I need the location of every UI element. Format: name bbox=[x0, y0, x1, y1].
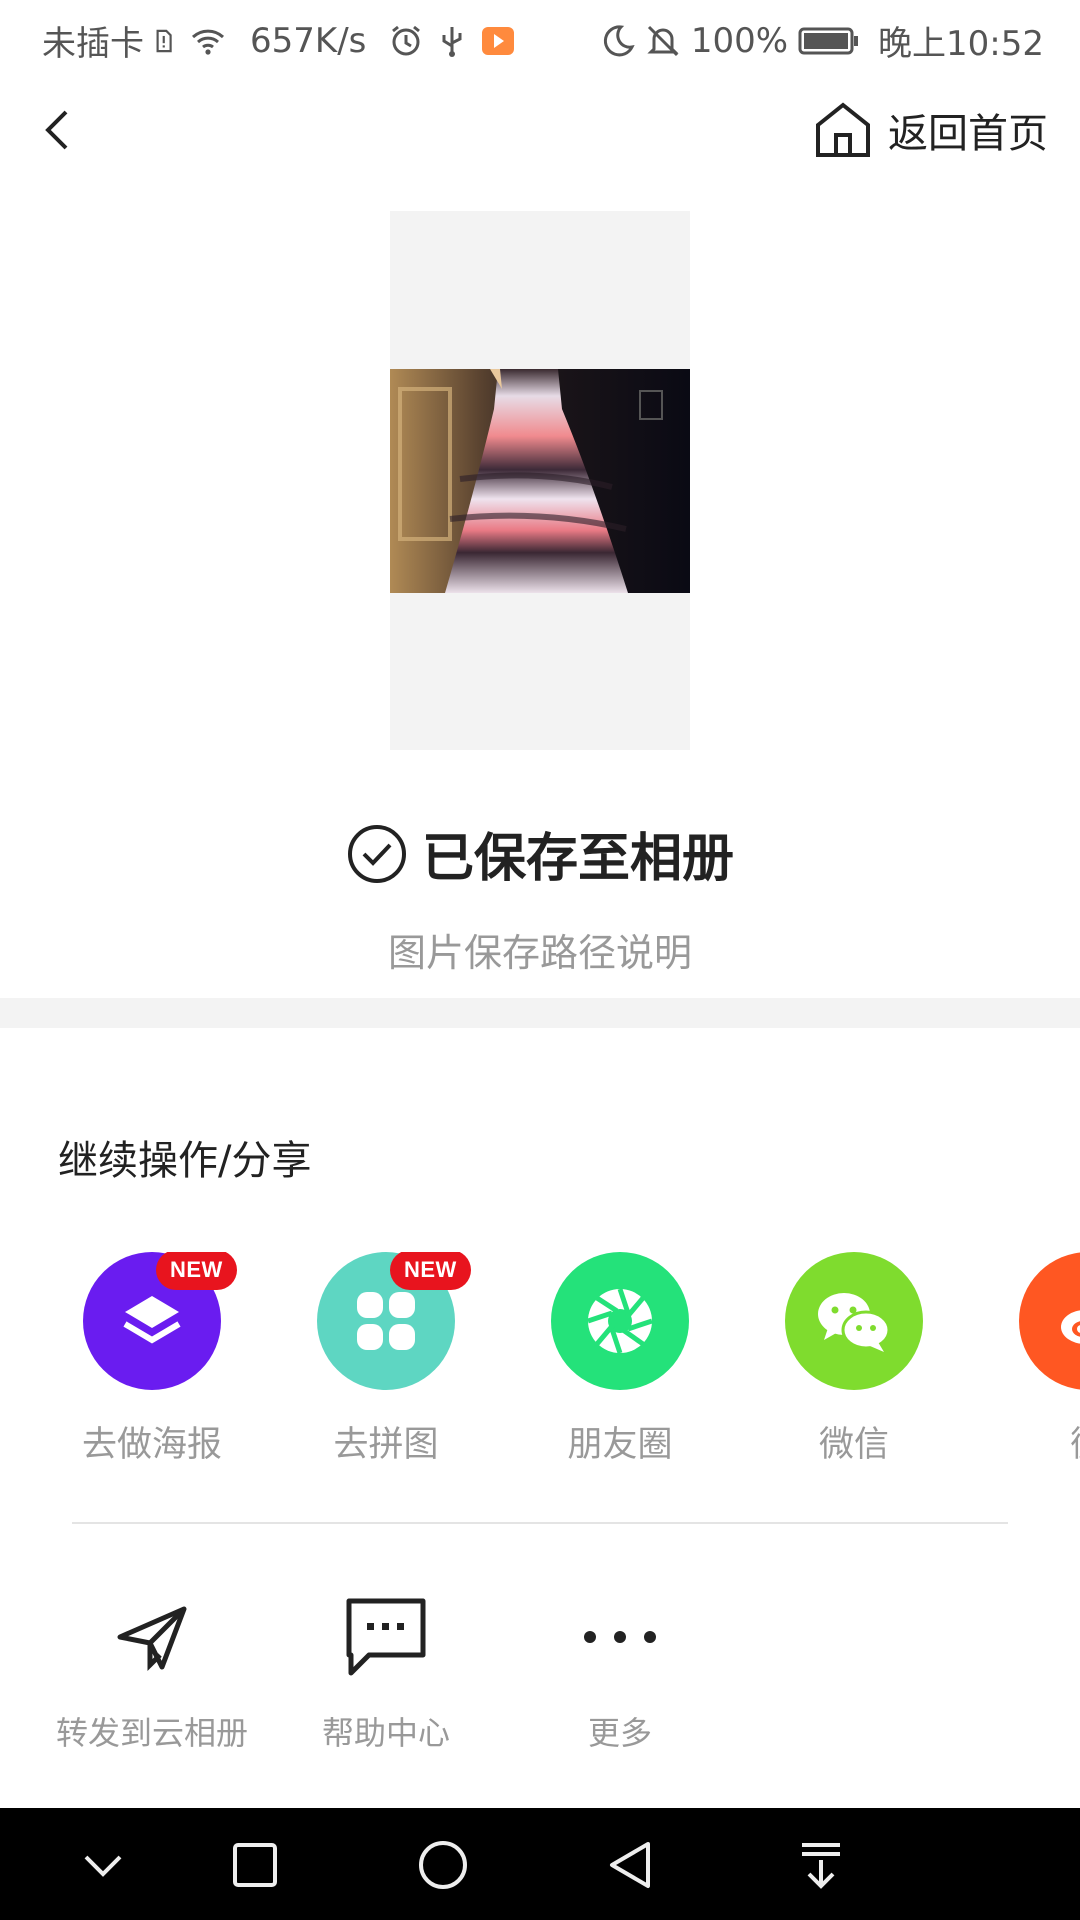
hide-nav-icon[interactable] bbox=[78, 1840, 128, 1890]
more-icon bbox=[584, 1631, 656, 1643]
share-item-collage[interactable]: NEW 去拼图 bbox=[286, 1252, 486, 1467]
section-divider-band bbox=[0, 998, 1080, 1028]
tool-label: 转发到云相册 bbox=[55, 1714, 248, 1752]
share-item-weibo[interactable]: 微 bbox=[988, 1252, 1080, 1467]
carrier-text: 未插卡 bbox=[42, 24, 144, 64]
system-nav-bar bbox=[0, 1808, 1080, 1920]
saved-title: 已保存至相册 bbox=[421, 829, 734, 889]
home-icon bbox=[816, 102, 870, 157]
home-button[interactable]: 返回首页 bbox=[814, 100, 1048, 160]
new-badge: NEW bbox=[156, 1252, 237, 1290]
wifi-icon bbox=[191, 29, 225, 55]
share-label: 朋友圈 bbox=[567, 1425, 673, 1465]
tool-label: 更多 bbox=[587, 1714, 652, 1752]
check-circle-icon bbox=[347, 824, 406, 883]
section-title: 继续操作/分享 bbox=[58, 1138, 312, 1184]
forward-cloud-album-button[interactable]: 转发到云相册 bbox=[42, 1592, 262, 1754]
top-nav: 返回首页 bbox=[0, 90, 1080, 170]
weibo-icon bbox=[1061, 1310, 1080, 1344]
share-item-poster[interactable]: NEW 去做海报 bbox=[52, 1252, 252, 1467]
dress-photo bbox=[390, 369, 690, 593]
aperture-icon bbox=[587, 1288, 653, 1354]
battery-percent-text: 100% bbox=[690, 20, 789, 61]
battery-icon bbox=[798, 27, 859, 54]
share-item-wechat[interactable]: 微信 bbox=[754, 1252, 954, 1467]
more-button[interactable]: 更多 bbox=[510, 1592, 730, 1754]
share-label: 微 bbox=[988, 1416, 1080, 1467]
grid-icon bbox=[357, 1292, 415, 1350]
share-item-moments[interactable]: 朋友圈 bbox=[520, 1252, 720, 1467]
notification-pull-icon[interactable] bbox=[796, 1840, 846, 1890]
wechat-icon bbox=[818, 1293, 891, 1352]
divider bbox=[72, 1522, 1008, 1524]
new-badge: NEW bbox=[390, 1252, 471, 1290]
bell-muted-icon bbox=[647, 25, 679, 56]
share-label: 去做海报 bbox=[81, 1425, 222, 1465]
chevron-left-icon bbox=[45, 110, 68, 150]
send-icon bbox=[117, 1606, 187, 1672]
recent-apps-icon[interactable] bbox=[230, 1840, 280, 1890]
saved-image-preview[interactable] bbox=[390, 211, 690, 750]
home-circle-icon[interactable] bbox=[418, 1840, 468, 1890]
saved-notice: 已保存至相册 bbox=[0, 816, 1080, 891]
layers-icon bbox=[123, 1296, 181, 1344]
back-button[interactable] bbox=[36, 104, 84, 156]
clock-text: 晚上10:52 bbox=[878, 24, 1044, 64]
share-label: 去拼图 bbox=[333, 1425, 439, 1465]
share-row: NEW 去做海报 NEW 去拼图 朋友圈 微信 微 bbox=[0, 1252, 1080, 1472]
tool-label: 帮助中心 bbox=[321, 1714, 450, 1752]
back-triangle-icon[interactable] bbox=[606, 1840, 656, 1890]
usb-icon bbox=[442, 26, 462, 57]
video-app-icon bbox=[482, 26, 515, 55]
sim-alert-icon bbox=[156, 29, 172, 52]
help-center-button[interactable]: 帮助中心 bbox=[276, 1592, 496, 1754]
network-speed-text: 657K/s bbox=[250, 20, 367, 61]
status-bar: 未插卡 657K/s 100% 晚上10:52 bbox=[0, 0, 1080, 76]
home-label: 返回首页 bbox=[888, 111, 1048, 157]
share-label: 微信 bbox=[818, 1425, 889, 1465]
message-icon bbox=[346, 1598, 426, 1676]
alarm-icon bbox=[392, 25, 421, 55]
save-path-link[interactable]: 图片保存路径说明 bbox=[0, 922, 1080, 977]
moon-icon bbox=[603, 24, 635, 56]
